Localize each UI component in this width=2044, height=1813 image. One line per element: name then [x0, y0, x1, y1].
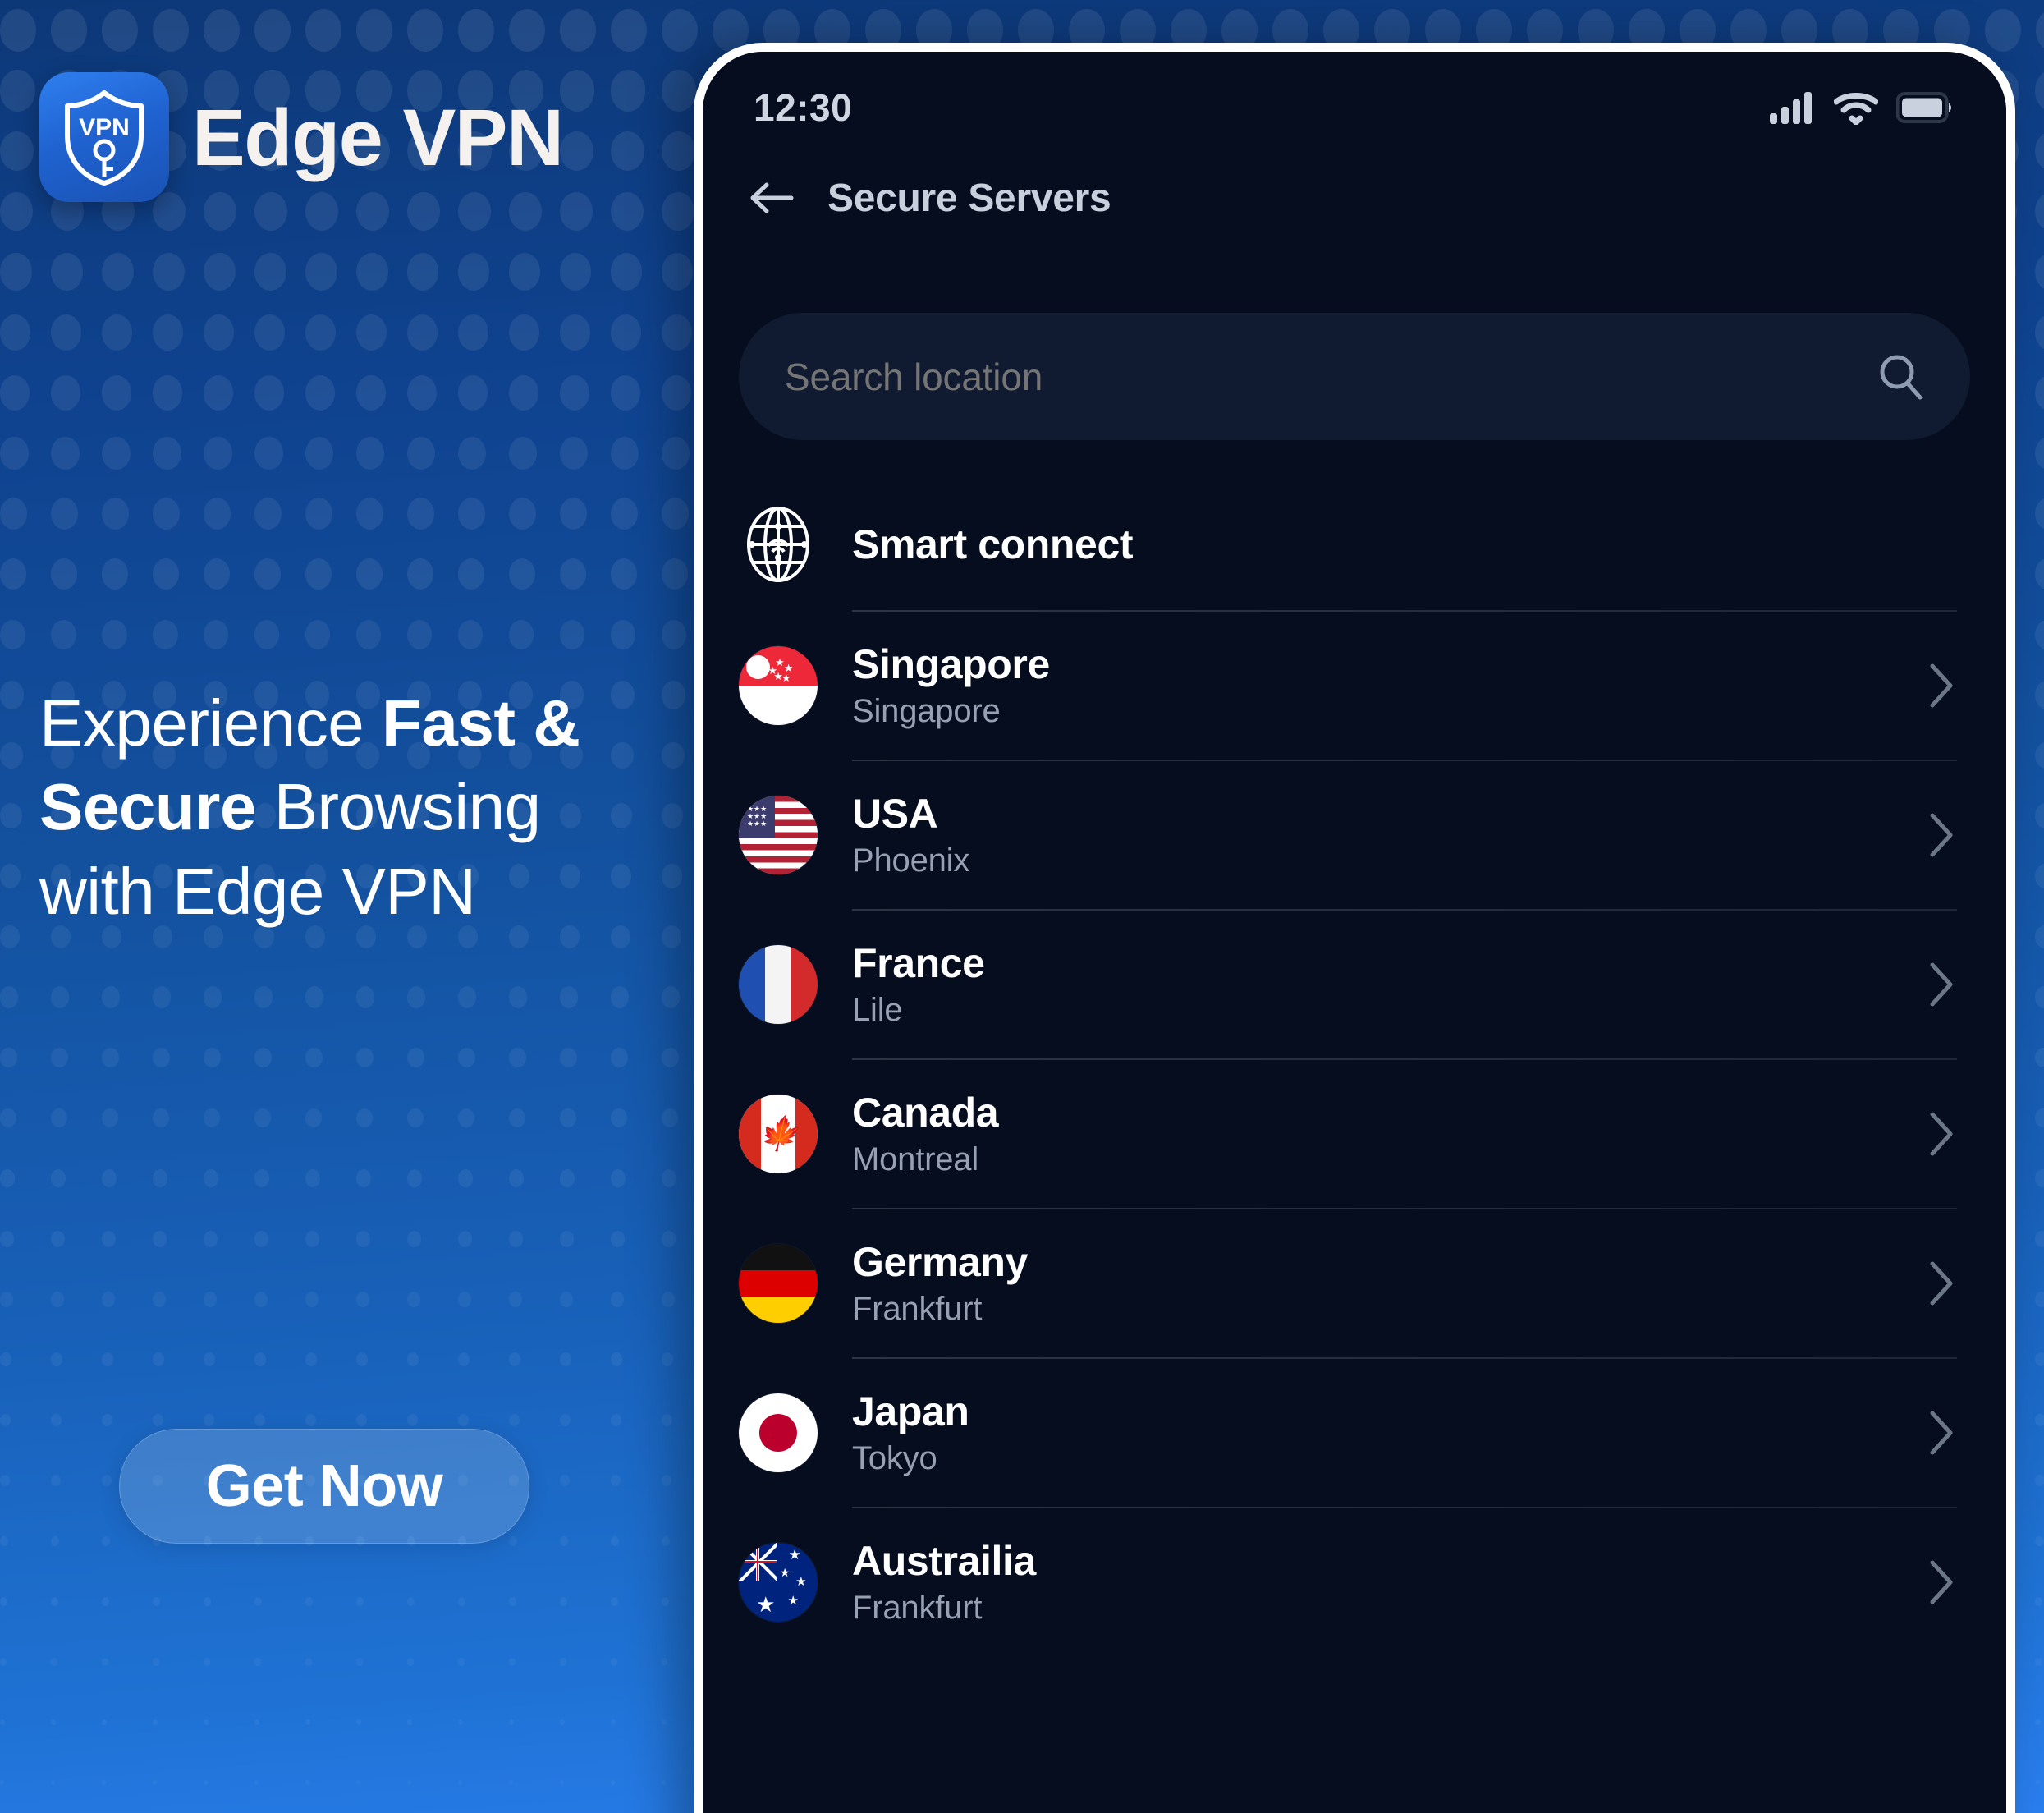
chevron-right-icon[interactable]: [1923, 663, 1960, 708]
arrow-left-icon: [750, 182, 794, 213]
signal-bars-icon: [1770, 92, 1812, 124]
promo-headline: Experience Fast & Secure Browsing with E…: [39, 682, 647, 934]
list-item-usa[interactable]: ★★★ ★★★ ★★★ USA Phoenix: [703, 761, 2006, 909]
flag-japan-icon: [739, 1393, 818, 1472]
country-name: USA: [852, 790, 938, 837]
phone-screen: 12:30 Secure Servers Search location Sma…: [703, 52, 2006, 1813]
cta-wrapper: Get Now: [119, 1429, 529, 1544]
flag-germany-icon: [739, 1244, 818, 1323]
city-name: Tokyo: [852, 1440, 937, 1477]
page-title: Secure Servers: [827, 176, 1111, 220]
promo-left-panel: VPN Edge VPN Experience Fast & Secure Br…: [0, 0, 694, 1813]
search-bar[interactable]: [739, 313, 1970, 440]
headline-segment-1: Experience: [39, 686, 382, 760]
city-name: Phoenix: [852, 842, 970, 879]
brand-title: Edge VPN: [192, 92, 564, 182]
country-name: Japan: [852, 1388, 969, 1434]
country-name: France: [852, 939, 985, 986]
row-text-usa: USA Phoenix: [852, 792, 1923, 879]
row-text-japan: Japan Tokyo: [852, 1390, 1923, 1476]
country-name: Singapore: [852, 640, 1050, 687]
city-name: Frankfurt: [852, 1291, 983, 1328]
server-list: Smart connect ★ ★ ★ ★ ★ Singapore Singap…: [703, 479, 2006, 1813]
list-item-australia[interactable]: ★ ★ ★ ★ ★ Austrailia Frankfurt: [703, 1508, 2006, 1656]
smart-connect-icon-wrap: [739, 505, 818, 584]
status-time: 12:30: [754, 86, 853, 129]
headline-segment-bold-2: Secure: [39, 770, 256, 844]
city-name: Frankfurt: [852, 1590, 983, 1627]
chevron-right-icon[interactable]: [1923, 1560, 1960, 1604]
chevron-right-icon[interactable]: [1923, 1112, 1960, 1156]
list-item-france[interactable]: France Lile: [703, 911, 2006, 1058]
search-input[interactable]: [783, 353, 1875, 400]
city-name: Lile: [852, 992, 903, 1029]
svg-text:VPN: VPN: [79, 114, 130, 141]
globe-signal-icon: [747, 507, 809, 582]
country-name: Austrailia: [852, 1537, 1036, 1584]
smart-connect-text: Smart connect: [852, 523, 1960, 567]
list-item-smart-connect[interactable]: Smart connect: [703, 479, 2006, 610]
list-item-canada[interactable]: 🍁 Canada Montreal: [703, 1060, 2006, 1208]
search-button[interactable]: [1875, 351, 1926, 402]
city-name: Montreal: [852, 1141, 979, 1178]
get-now-button[interactable]: Get Now: [119, 1429, 529, 1544]
chevron-right-icon[interactable]: [1923, 1411, 1960, 1455]
chevron-right-icon[interactable]: [1923, 1261, 1960, 1306]
row-text-canada: Canada Montreal: [852, 1091, 1923, 1177]
headline-segment-bold-1: Fast &: [381, 686, 580, 760]
status-icons: [1770, 90, 1955, 125]
country-name: Germany: [852, 1238, 1028, 1285]
phone-mockup: 12:30 Secure Servers Search location Sma…: [694, 43, 2015, 1813]
status-bar: 12:30: [703, 52, 2006, 149]
country-name: Canada: [852, 1089, 999, 1136]
flag-singapore-icon: ★ ★ ★ ★ ★: [739, 646, 818, 725]
brand-row: VPN Edge VPN: [39, 72, 564, 202]
app-header: Secure Servers: [703, 149, 2006, 247]
smart-connect-label: Smart connect: [852, 521, 1134, 567]
row-text-australia: Austrailia Frankfurt: [852, 1540, 1923, 1626]
flag-canada-icon: 🍁: [739, 1095, 818, 1173]
city-name: Singapore: [852, 693, 1001, 730]
headline-segment-2: Browsing: [255, 770, 542, 844]
list-item-germany[interactable]: Germany Frankfurt: [703, 1209, 2006, 1357]
list-item-japan[interactable]: Japan Tokyo: [703, 1359, 2006, 1507]
row-text-france: France Lile: [852, 942, 1923, 1028]
search-icon: [1880, 355, 1923, 399]
row-text-germany: Germany Frankfurt: [852, 1241, 1923, 1327]
chevron-right-icon[interactable]: [1923, 813, 1960, 857]
app-logo: VPN: [39, 72, 169, 202]
flag-france-icon: [739, 945, 818, 1024]
list-item-singapore[interactable]: ★ ★ ★ ★ ★ Singapore Singapore: [703, 612, 2006, 760]
chevron-right-icon[interactable]: [1923, 962, 1960, 1007]
headline-segment-3: with Edge VPN: [39, 854, 476, 928]
battery-icon: [1896, 92, 1951, 123]
back-button[interactable]: [749, 175, 795, 221]
flag-usa-icon: ★★★ ★★★ ★★★: [739, 796, 818, 874]
wifi-icon: [1834, 93, 1878, 125]
row-text-singapore: Singapore Singapore: [852, 643, 1923, 729]
flag-australia-icon: ★ ★ ★ ★ ★: [739, 1543, 818, 1622]
promo-page: VPN Edge VPN Experience Fast & Secure Br…: [0, 0, 2044, 1813]
